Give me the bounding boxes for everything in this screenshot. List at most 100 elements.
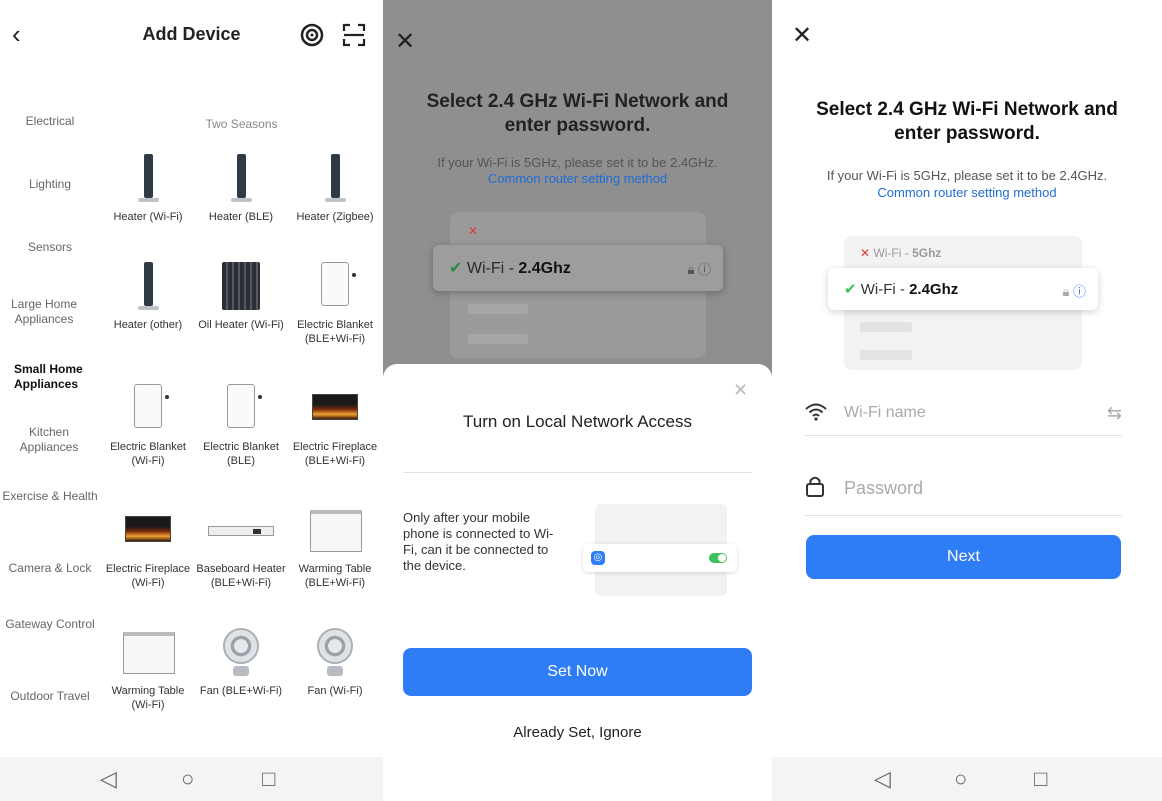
category-kitchen-appliances[interactable]: Kitchen Appliances <box>0 425 98 455</box>
device-item[interactable]: Warming Table (Wi-Fi) <box>103 624 193 712</box>
device-item[interactable]: Fan (Wi-Fi) <box>290 624 380 698</box>
wifi-24ghz-row: ✔ Wi-Fi - 2.4Ghz 🔒︎ ⓘ <box>828 268 1098 310</box>
wifi-24ghz-prefix: Wi-Fi - <box>466 260 519 277</box>
heater-icon <box>196 150 286 210</box>
category-large-home-appliances[interactable]: Large Home Appliances <box>0 297 88 327</box>
subtitle: If your Wi-Fi is 5GHz, please set it to … <box>437 155 718 170</box>
fireplace-icon <box>290 380 380 440</box>
divider <box>403 472 752 473</box>
switch-network-icon[interactable]: ⇆ <box>1107 403 1122 424</box>
device-item[interactable]: Heater (Wi-Fi) <box>103 150 193 224</box>
category-outdoor-travel[interactable]: Outdoor Travel <box>0 689 100 704</box>
nav-home-icon[interactable]: ○ <box>954 767 967 791</box>
router-setting-link[interactable]: Common router setting method <box>403 171 752 186</box>
password-row <box>804 468 1122 516</box>
close-icon[interactable]: ✕ <box>792 24 812 48</box>
device-label: Heater (Zigbee) <box>296 211 374 223</box>
device-label: Electric Blanket (BLE+Wi-Fi) <box>297 319 373 345</box>
fan-icon <box>196 624 286 684</box>
device-item[interactable]: Heater (Zigbee) <box>290 150 380 224</box>
wifi-24ghz-band: 2.4Ghz <box>909 281 959 298</box>
nav-back-icon[interactable]: ◁ <box>874 767 891 791</box>
device-label: Heater (other) <box>113 319 183 331</box>
page-title: Select 2.4 GHz Wi-Fi Network and enter p… <box>426 91 729 136</box>
nav-recents-icon[interactable]: □ <box>1034 767 1047 791</box>
category-exercise-health[interactable]: Exercise & Health <box>0 489 100 504</box>
android-nav-bar: ◁ ○ □ <box>0 757 383 801</box>
wifi-5ghz-prefix: Wi-Fi - <box>873 246 913 260</box>
wifi-24ghz-row: ✔ Wi-Fi - 2.4Ghz 🔒︎ ⓘ <box>433 245 723 291</box>
qr-scan-icon[interactable] <box>341 22 367 48</box>
warming-table-icon <box>290 502 380 562</box>
password-field[interactable] <box>844 478 1074 499</box>
device-item[interactable]: Electric Blanket (Wi-Fi) <box>103 380 193 468</box>
local-network-sheet: ✕ Turn on Local Network Access Only afte… <box>383 364 772 801</box>
device-item[interactable]: Warming Table (BLE+Wi-Fi) <box>290 502 380 590</box>
sheet-title: Turn on Local Network Access <box>463 412 692 431</box>
device-item[interactable]: Electric Fireplace (Wi-Fi) <box>103 502 193 590</box>
wifi-24ghz-band: 2.4Ghz <box>518 260 571 277</box>
wifi-name-field[interactable] <box>844 404 1074 422</box>
electric-blanket-icon <box>290 258 380 318</box>
wifi-5ghz-prefix: Wi-Fi - <box>481 224 521 238</box>
device-item[interactable]: Oil Heater (Wi-Fi) <box>196 258 286 332</box>
android-nav-bar: ◁ ○ □ <box>772 757 1162 801</box>
device-label: Heater (BLE) <box>208 211 274 223</box>
lock-icon <box>806 476 824 497</box>
nav-home-icon[interactable]: ○ <box>181 767 194 791</box>
page-title: Select 2.4 GHz Wi-Fi Network and enter p… <box>816 99 1118 144</box>
device-item[interactable]: Heater (other) <box>103 258 193 332</box>
category-electrical[interactable]: Electrical <box>0 114 100 129</box>
placeholder-bar <box>860 322 912 332</box>
device-label: Electric Blanket (Wi-Fi) <box>110 441 186 467</box>
sheet-description: Only after your mobile phone is connecte… <box>403 510 554 573</box>
toggle-switch-icon <box>709 553 727 563</box>
error-icon: ✕ <box>468 224 479 238</box>
wifi-24ghz-prefix: Wi-Fi - <box>860 281 910 298</box>
device-label: Warming Table (Wi-Fi) <box>111 685 185 711</box>
router-setting-link[interactable]: Common router setting method <box>792 185 1142 200</box>
category-small-home-appliances[interactable]: Small Home Appliances <box>14 362 100 392</box>
device-item[interactable]: Fan (BLE+Wi-Fi) <box>196 624 286 698</box>
fan-icon <box>290 624 380 684</box>
category-camera-lock[interactable]: Camera & Lock <box>0 561 100 576</box>
warming-table-icon <box>103 624 193 684</box>
baseboard-heater-icon <box>196 502 286 562</box>
oil-heater-icon <box>196 258 286 318</box>
heater-icon <box>103 150 193 210</box>
category-gateway-control[interactable]: Gateway Control <box>0 617 100 632</box>
local-network-sheet-screen: ✕ Select 2.4 GHz Wi-Fi Network and enter… <box>383 0 772 801</box>
add-device-screen: ‹ Add Device Electrical Lighting Sensors… <box>0 0 383 801</box>
device-item[interactable]: Heater (BLE) <box>196 150 286 224</box>
wifi-5ghz-band: 5Ghz <box>912 246 942 260</box>
device-label: Heater (Wi-Fi) <box>113 211 183 223</box>
check-icon: ✔ <box>449 260 463 277</box>
device-item[interactable]: Electric Blanket (BLE) <box>196 380 286 468</box>
device-item[interactable]: Electric Fireplace (BLE+Wi-Fi) <box>290 380 380 468</box>
device-label: Electric Fireplace (BLE+Wi-Fi) <box>292 441 378 467</box>
device-label: Electric Fireplace (Wi-Fi) <box>105 563 191 589</box>
nav-recents-icon[interactable]: □ <box>262 767 275 791</box>
next-button[interactable]: Next <box>806 535 1121 579</box>
category-sensors[interactable]: Sensors <box>0 240 100 255</box>
sheet-close-icon[interactable]: ✕ <box>733 378 748 402</box>
ignore-button[interactable]: Already Set, Ignore <box>383 724 772 741</box>
scan-radar-icon[interactable] <box>299 22 325 48</box>
setting-row: ◎ <box>583 544 737 572</box>
wifi-5ghz-row: ✕ Wi-Fi - 5Ghz <box>860 246 941 260</box>
local-network-illustration: ◎ <box>583 504 737 596</box>
device-label: Oil Heater (Wi-Fi) <box>198 319 284 331</box>
check-icon: ✔ <box>844 281 857 298</box>
globe-icon: ◎ <box>591 551 605 565</box>
device-item[interactable]: Electric Blanket (BLE+Wi-Fi) <box>290 258 380 346</box>
nav-back-icon[interactable]: ◁ <box>100 767 117 791</box>
set-now-button[interactable]: Set Now <box>403 648 752 696</box>
device-item[interactable]: Baseboard Heater (BLE+Wi-Fi) <box>196 502 286 590</box>
heater-icon <box>290 150 380 210</box>
device-label: Baseboard Heater (BLE+Wi-Fi) <box>196 563 286 589</box>
device-label: Electric Blanket (BLE) <box>203 441 279 467</box>
wifi-24ghz-text: ✔ Wi-Fi - 2.4Ghz <box>449 258 571 278</box>
category-lighting[interactable]: Lighting <box>0 177 100 192</box>
close-icon[interactable]: ✕ <box>395 30 415 54</box>
fireplace-icon <box>103 502 193 562</box>
